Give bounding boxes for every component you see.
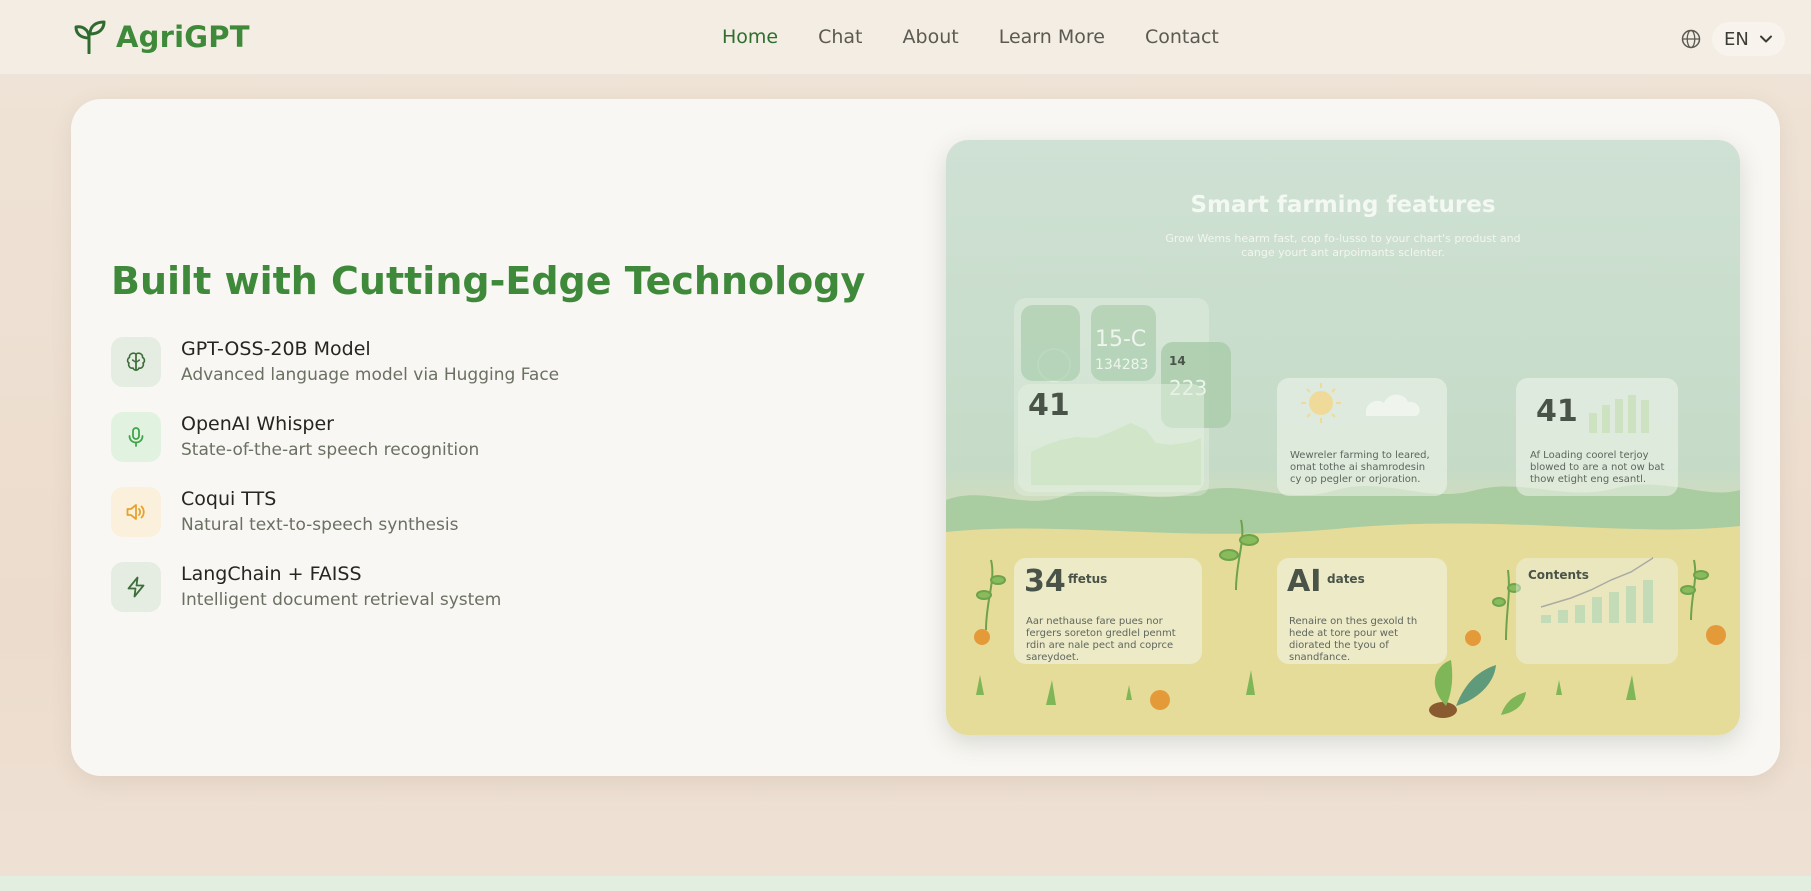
feature-description: Advanced language model via Hugging Face bbox=[181, 365, 560, 385]
section-title: Built with Cutting-Edge Technology bbox=[111, 259, 866, 303]
growth-value: 41 bbox=[1028, 388, 1070, 423]
language-value: EN bbox=[1724, 28, 1749, 50]
contents-label: Contents bbox=[1528, 568, 1589, 582]
language-dropdown[interactable]: EN bbox=[1712, 22, 1785, 56]
mini-stat-label: 14 bbox=[1169, 354, 1186, 368]
tech-section-card: Built with Cutting-Edge Technology GPT-O… bbox=[71, 99, 1780, 776]
feature-name: LangChain + FAISS bbox=[181, 563, 362, 585]
main-nav: Home Chat About Learn More Contact bbox=[722, 26, 1219, 48]
weather-text: Wewreler farming to leared, omat tothe a… bbox=[1290, 450, 1430, 485]
feature-item-whisper: OpenAI Whisper State-of-the-art speech r… bbox=[111, 412, 559, 462]
nav-contact[interactable]: Contact bbox=[1145, 26, 1219, 48]
yield-text: Af Loading coorel terjoy blowed to are a… bbox=[1530, 450, 1665, 485]
contents-card: Contents bbox=[1516, 558, 1678, 664]
feature-item-gpt: GPT-OSS-20B Model Advanced language mode… bbox=[111, 337, 559, 387]
ai-text: Renaire on thes gexold th hede at tore p… bbox=[1289, 616, 1418, 663]
growth-chart-tile: 41 bbox=[1018, 384, 1204, 492]
brand-name: AgriGPT bbox=[116, 20, 250, 54]
status-text: Aar nethause fare pues nor fergers soret… bbox=[1026, 616, 1176, 663]
ai-value: AI bbox=[1287, 564, 1322, 599]
nav-learn-more[interactable]: Learn More bbox=[999, 26, 1105, 48]
feature-description: Natural text-to-speech synthesis bbox=[181, 515, 459, 535]
gauge-tile bbox=[1021, 305, 1080, 381]
illustration-title: Smart farming features bbox=[1190, 192, 1496, 218]
feature-name: OpenAI Whisper bbox=[181, 413, 334, 435]
temp-value: 15-C bbox=[1095, 327, 1147, 352]
weather-card: Wewreler farming to leared, omat tothe a… bbox=[1277, 378, 1447, 496]
feature-icon-tile bbox=[111, 412, 161, 462]
feature-icon-tile bbox=[111, 337, 161, 387]
brand-logo[interactable]: AgriGPT bbox=[74, 20, 250, 54]
ai-label: dates bbox=[1327, 572, 1365, 586]
status-value: 34 bbox=[1024, 564, 1066, 599]
globe-icon[interactable] bbox=[1680, 28, 1702, 50]
microphone-icon bbox=[128, 427, 144, 447]
feature-name: GPT-OSS-20B Model bbox=[181, 338, 371, 360]
brain-icon bbox=[126, 352, 146, 371]
yield-value: 41 bbox=[1536, 394, 1578, 429]
feature-description: Intelligent document retrieval system bbox=[181, 590, 502, 610]
feature-item-langchain: LangChain + FAISS Intelligent document r… bbox=[111, 562, 559, 612]
language-selector: EN bbox=[1680, 22, 1785, 56]
feature-icon-tile bbox=[111, 487, 161, 537]
chevron-down-icon bbox=[1759, 35, 1772, 43]
nav-home[interactable]: Home bbox=[722, 26, 778, 48]
status-label: ffetus bbox=[1068, 572, 1108, 586]
temp-tile: 15-C 134283 bbox=[1091, 305, 1156, 381]
feature-item-tts: Coqui TTS Natural text-to-speech synthes… bbox=[111, 487, 559, 537]
reading-value: 134283 bbox=[1095, 357, 1149, 373]
illustration-subtitle: Grow Wems hearm fast, cop fo-lusso to yo… bbox=[1165, 232, 1521, 259]
footer-edge bbox=[0, 876, 1811, 891]
status-card: 34 ffetus Aar nethause fare pues nor fer… bbox=[1014, 558, 1202, 664]
smart-farming-illustration: Smart farming features Grow Wems hearm f… bbox=[946, 140, 1740, 735]
feature-name: Coqui TTS bbox=[181, 488, 277, 510]
sprout-icon bbox=[74, 20, 106, 54]
speaker-icon bbox=[126, 504, 145, 520]
top-navbar: AgriGPT Home Chat About Learn More Conta… bbox=[0, 0, 1811, 75]
nav-chat[interactable]: Chat bbox=[818, 26, 862, 48]
feature-description: State-of-the-art speech recognition bbox=[181, 440, 480, 460]
ai-dates-card: AI dates Renaire on thes gexold th hede … bbox=[1277, 558, 1447, 664]
lightning-icon bbox=[127, 576, 145, 598]
yield-chart-card: 41 Af Loading coorel terjoy blowed to ar… bbox=[1516, 378, 1678, 496]
feature-icon-tile bbox=[111, 562, 161, 612]
feature-list: GPT-OSS-20B Model Advanced language mode… bbox=[111, 337, 559, 637]
nav-about[interactable]: About bbox=[903, 26, 959, 48]
